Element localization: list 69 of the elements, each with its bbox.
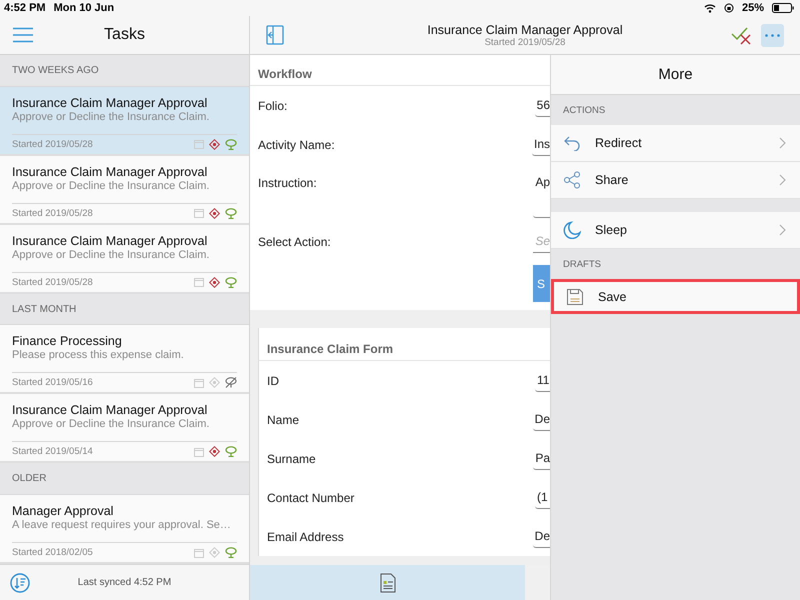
task-description: A leave request requires your approval. Se…	[12, 519, 232, 532]
field-label: Surname	[267, 452, 316, 466]
approve-decline-button[interactable]	[731, 25, 753, 45]
field-label: ID	[267, 374, 279, 388]
document-icon	[380, 572, 396, 592]
field-label: Instruction:	[258, 175, 317, 190]
task-title: Insurance Claim Manager Approval	[12, 96, 208, 110]
menu-item[interactable]: Sleep	[551, 212, 800, 249]
task-title: Insurance Claim Manager Approval	[12, 403, 208, 418]
task-description: Please process this expense claim.	[12, 349, 185, 362]
task-description: Approve or Decline the Insurance Claim.	[12, 248, 210, 261]
task-item[interactable]: Insurance Claim Manager Approval Approve or Decline the Insurance Claim. Started 2019/05/28	[0, 224, 249, 294]
field-label: Contact Number	[267, 490, 354, 504]
task-description: Approve or Decline the Insurance Claim.	[12, 418, 210, 430]
dots-icon	[765, 34, 780, 36]
menu-item[interactable]: Share	[551, 162, 800, 199]
check-cross-icon	[731, 25, 753, 45]
more-button[interactable]	[761, 24, 784, 46]
rotation-lock-icon	[724, 3, 734, 13]
menu-item[interactable]: Redirect	[551, 125, 800, 162]
task-title: Insurance Claim Manager Approval	[12, 234, 208, 248]
sort-icon	[10, 572, 30, 593]
task-start-date: Started 2019/05/28	[12, 138, 94, 150]
tasks-title: Tasks	[103, 26, 146, 44]
field-label: Activity Name:	[258, 138, 335, 152]
calendar-icon	[194, 446, 204, 457]
return-arrow-icon	[563, 135, 581, 151]
menu-icon	[12, 26, 34, 43]
battery-percentage: 25%	[742, 2, 764, 14]
section-header: ACTIONS	[562, 104, 606, 118]
wifi-icon	[704, 3, 716, 13]
task-start-date: Started 2019/05/28	[12, 208, 94, 219]
sort-button[interactable]	[10, 572, 30, 593]
task-start-date: Started 2019/05/14	[12, 446, 94, 458]
moon-icon	[563, 221, 581, 239]
task-item[interactable]: Insurance Claim Manager Approval Approve or Decline the Insurance Claim. Started 2019/05/28	[0, 86, 249, 156]
group-header: OLDER	[0, 463, 249, 496]
collapse-panel-button[interactable]	[266, 25, 284, 45]
task-description: Approve or Decline the Insurance Claim.	[12, 180, 210, 192]
workflow-title: Workflow	[250, 55, 550, 86]
field-label: Email Address	[267, 530, 344, 544]
battery-icon	[772, 3, 794, 13]
menu-item[interactable]: Save	[551, 279, 800, 314]
task-title: Manager Approval	[12, 504, 114, 518]
calendar-icon	[194, 548, 204, 558]
task-description: Approve or Decline the Insurance Claim.	[12, 110, 210, 123]
task-header-title: Insurance Claim Manager Approval	[427, 22, 623, 36]
group-header: TWO WEEKS AGO	[0, 54, 249, 87]
task-start-date: Started 2018/02/05	[12, 547, 94, 558]
group-header: LAST MONTH	[0, 294, 249, 326]
share-icon	[563, 171, 581, 189]
status-time: 4:52 PM	[4, 2, 46, 14]
field-label: Name	[267, 412, 300, 426]
calendar-icon	[194, 208, 204, 218]
task-header-date: Started 2019/05/28	[484, 36, 566, 48]
field-label: Select Action:	[258, 234, 331, 248]
task-start-date: Started 2019/05/16	[12, 377, 94, 388]
status-date: Mon 10 Jun	[54, 2, 114, 14]
calendar-icon	[194, 139, 204, 150]
calendar-icon	[194, 378, 204, 388]
calendar-icon	[194, 277, 204, 288]
task-title: Finance Processing	[12, 334, 123, 348]
more-title: More	[551, 55, 800, 95]
task-start-date: Started 2019/05/28	[12, 276, 94, 288]
section-header: DRAFTS	[562, 258, 602, 272]
menu-button[interactable]	[12, 26, 34, 43]
task-title: Insurance Claim Manager Approval	[12, 164, 208, 179]
last-synced-text: Last synced 4:52 PM	[76, 577, 172, 588]
field-label: Folio:	[258, 98, 288, 112]
